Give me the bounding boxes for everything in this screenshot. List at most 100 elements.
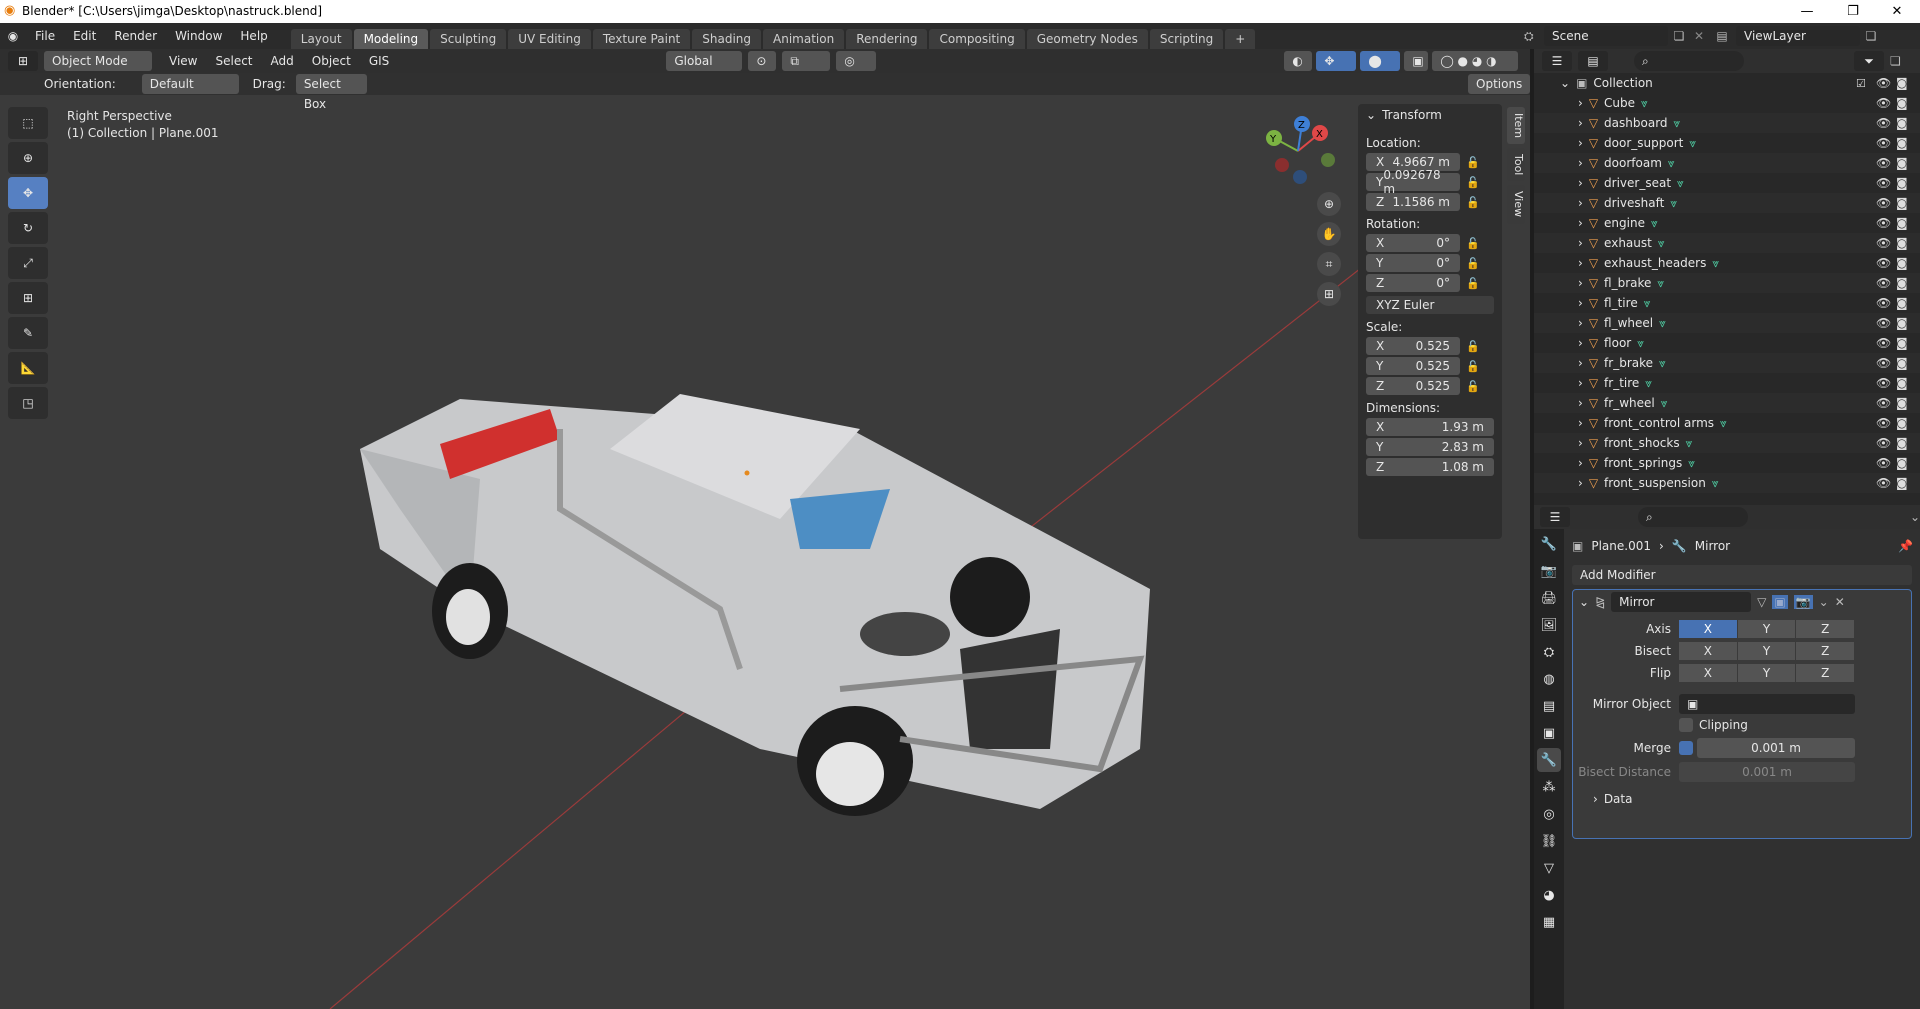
tab-sculpting[interactable]: Sculpting [430, 29, 507, 49]
chevron-right-icon[interactable]: › [1578, 336, 1583, 350]
delete-scene-icon[interactable]: ✕ [1690, 29, 1708, 43]
tab-item[interactable]: Item [1507, 107, 1525, 145]
bisect-z-toggle[interactable]: Z [1796, 642, 1855, 660]
chevron-right-icon[interactable]: › [1578, 456, 1583, 470]
eye-icon[interactable]: 👁 [1876, 176, 1891, 190]
flip-y-toggle[interactable]: Y [1737, 664, 1796, 682]
pan-hand-icon[interactable]: ✋ [1317, 222, 1341, 246]
modifier-tab-icon[interactable]: 🔧 [1537, 748, 1561, 772]
list-item[interactable]: › ▽ front_shocks ⩔ 👁 ◙ [1534, 433, 1920, 453]
measure-tool-icon[interactable]: 📐 [8, 352, 48, 384]
dimensions-x-field[interactable]: X 1.93 m [1366, 418, 1494, 436]
list-item[interactable]: › ▽ door_support ⩔ 👁 ◙ [1534, 133, 1920, 153]
properties-search-input[interactable]: ⌕ [1638, 507, 1748, 527]
chevron-right-icon[interactable]: › [1578, 176, 1583, 190]
zoom-icon[interactable]: ⊕ [1317, 192, 1341, 216]
list-item[interactable]: › ▽ front_suspension ⩔ 👁 ◙ [1534, 473, 1920, 493]
eye-icon[interactable]: 👁 [1876, 296, 1891, 310]
tab-layout[interactable]: Layout [290, 29, 352, 49]
location-z-field[interactable]: Z 1.1586 m [1366, 193, 1460, 211]
axis-z-toggle[interactable]: Z [1796, 620, 1855, 638]
mesh-data-icon[interactable]: ⩔ [1720, 416, 1727, 431]
drag-dropdown[interactable]: Select Box [295, 74, 367, 111]
realtime-icon[interactable]: ▣ [1772, 595, 1788, 609]
scale-z-field[interactable]: Z 0.525 [1366, 377, 1460, 395]
menu-object[interactable]: Object [303, 54, 360, 68]
eye-icon[interactable]: 👁 [1876, 356, 1891, 370]
lock-icon[interactable]: 🔓 [1466, 156, 1480, 169]
scale-y-field[interactable]: Y 0.525 [1366, 357, 1460, 375]
rotate-tool-icon[interactable]: ↻ [8, 212, 48, 244]
camera-icon[interactable]: ◙ [1896, 96, 1908, 110]
camera-icon[interactable]: ⌗ [1317, 252, 1341, 276]
mesh-data-icon[interactable]: ⩔ [1689, 136, 1696, 151]
eye-icon[interactable]: 👁 [1876, 416, 1891, 430]
menu-add[interactable]: Add [262, 54, 303, 68]
eye-icon[interactable]: 👁 [1876, 236, 1891, 250]
close-button[interactable]: ✕ [1874, 0, 1920, 23]
eye-icon[interactable]: 👁 [1876, 396, 1891, 410]
list-item[interactable]: › ▽ front_control arms ⩔ 👁 ◙ [1534, 413, 1920, 433]
tab-animation[interactable]: Animation [763, 29, 845, 49]
eye-icon[interactable]: 👁 [1876, 376, 1891, 390]
blender-menu-icon[interactable]: ◉ [0, 29, 26, 43]
chevron-right-icon[interactable]: › [1578, 116, 1583, 130]
transform-orientation-dropdown[interactable]: Global [666, 51, 743, 71]
camera-icon[interactable]: ◙ [1896, 416, 1908, 430]
camera-icon[interactable]: ◙ [1896, 116, 1908, 130]
xray-icon[interactable]: ▣ [1404, 51, 1429, 71]
flip-x-toggle[interactable]: X [1679, 664, 1737, 682]
camera-icon[interactable]: ◙ [1896, 296, 1908, 310]
tab-shading[interactable]: Shading [692, 29, 761, 49]
list-item[interactable]: › ▽ driveshaft ⩔ 👁 ◙ [1534, 193, 1920, 213]
list-item[interactable]: › ▽ floor ⩔ 👁 ◙ [1534, 333, 1920, 353]
mesh-data-icon[interactable]: ⩔ [1677, 176, 1684, 191]
3d-viewport[interactable]: ⊞ Object Mode View Select Add Object GIS… [0, 49, 1530, 1009]
eye-icon[interactable]: 👁 [1876, 96, 1891, 110]
object-tab-icon[interactable]: ▣ [1537, 721, 1561, 745]
mesh-data-icon[interactable]: ⩔ [1670, 196, 1677, 211]
tab-compositing[interactable]: Compositing [929, 29, 1025, 49]
camera-icon[interactable]: ◙ [1896, 76, 1908, 90]
chevron-right-icon[interactable]: › [1578, 416, 1583, 430]
render-icon[interactable]: 📷 [1793, 595, 1813, 609]
move-tool-icon[interactable]: ✥ [8, 177, 48, 209]
outliner-search-input[interactable]: ⌕ [1634, 51, 1744, 71]
tab-rendering[interactable]: Rendering [846, 29, 928, 49]
eye-icon[interactable]: 👁 [1876, 436, 1891, 450]
chevron-right-icon[interactable]: › [1578, 96, 1583, 110]
chevron-right-icon[interactable]: › [1578, 316, 1583, 330]
eye-icon[interactable]: 👁 [1876, 256, 1891, 270]
rotation-z-field[interactable]: Z 0° [1366, 274, 1460, 292]
add-workspace-icon[interactable]: + [1225, 29, 1256, 49]
eye-icon[interactable]: 👁 [1876, 276, 1891, 290]
camera-icon[interactable]: ◙ [1896, 136, 1908, 150]
bisect-y-toggle[interactable]: Y [1737, 642, 1796, 660]
list-item[interactable]: › ▽ exhaust_headers ⩔ 👁 ◙ [1534, 253, 1920, 273]
axis-y-toggle[interactable]: Y [1737, 620, 1796, 638]
remove-modifier-icon[interactable]: ✕ [1835, 595, 1845, 609]
eye-icon[interactable]: 👁 [1876, 316, 1891, 330]
list-item[interactable]: › ▽ engine ⩔ 👁 ◙ [1534, 213, 1920, 233]
chevron-right-icon[interactable]: › [1578, 356, 1583, 370]
mesh-data-icon[interactable]: ⩔ [1637, 336, 1644, 351]
mesh-data-icon[interactable]: ⩔ [1661, 396, 1668, 411]
mesh-data-icon[interactable]: ⩔ [1657, 276, 1664, 291]
dimensions-y-field[interactable]: Y 2.83 m [1366, 438, 1494, 456]
scene-tab-icon[interactable]: ⛭ [1537, 640, 1561, 664]
list-item[interactable]: › ▽ fl_brake ⩔ 👁 ◙ [1534, 273, 1920, 293]
chevron-right-icon[interactable]: › [1578, 376, 1583, 390]
eye-icon[interactable]: 👁 [1876, 156, 1891, 170]
tab-geometry-nodes[interactable]: Geometry Nodes [1026, 29, 1148, 49]
minimize-button[interactable]: — [1784, 0, 1830, 23]
chevron-down-icon[interactable]: ⌄ [1579, 595, 1589, 609]
mode-dropdown[interactable]: Object Mode [44, 51, 152, 71]
checkbox-icon[interactable]: ☑ [1856, 77, 1866, 90]
physics-tab-icon[interactable]: ◎ [1537, 802, 1561, 826]
gizmo-toggle-icon[interactable]: ✥ [1316, 51, 1357, 71]
menu-edit[interactable]: Edit [64, 23, 105, 49]
merge-value-field[interactable]: 0.001 m [1697, 738, 1855, 758]
lock-icon[interactable]: 🔓 [1466, 257, 1480, 270]
list-item[interactable]: › ▽ fl_wheel ⩔ 👁 ◙ [1534, 313, 1920, 333]
proportional-edit-icon[interactable]: ◎ [836, 51, 877, 71]
